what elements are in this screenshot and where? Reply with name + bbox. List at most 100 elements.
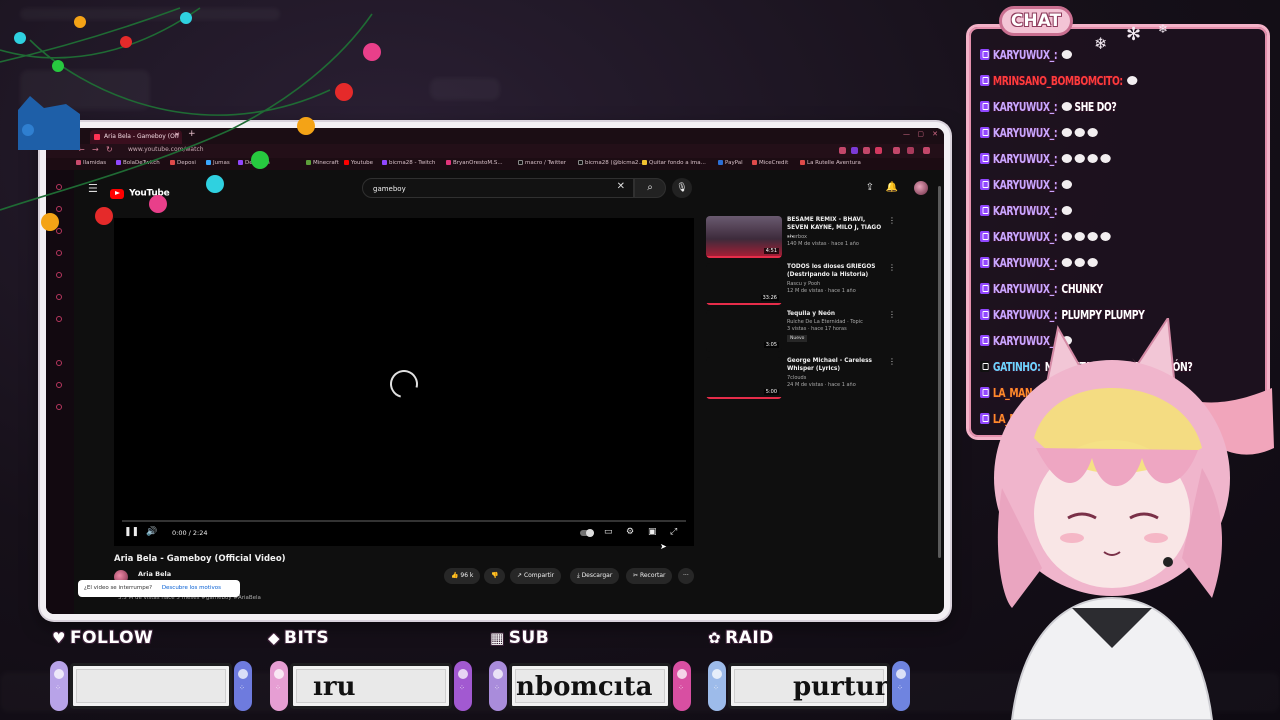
recommendation-thumbnail[interactable]: 3:05 — [706, 310, 782, 352]
sidebar-icon[interactable] — [56, 250, 62, 256]
bookmark[interactable]: Ilamidas — [76, 160, 106, 166]
sidebar-icon[interactable] — [56, 272, 62, 278]
browser-sidebar — [46, 170, 74, 614]
recommendation-thumbnail[interactable]: 33:26 — [706, 263, 782, 305]
menu-dots-icon[interactable] — [923, 147, 930, 154]
extension-icon[interactable] — [851, 147, 858, 154]
more-vert-icon[interactable]: ⋮ — [888, 310, 896, 319]
reload-icon[interactable]: ↻ — [106, 145, 113, 154]
bookmark[interactable]: DeTwitch — [238, 160, 270, 166]
more-vert-icon[interactable]: ⋮ — [888, 216, 896, 225]
bookmark[interactable]: MiceCredit — [752, 160, 788, 166]
fullscreen-icon[interactable]: ⤢ — [670, 527, 677, 537]
close-window-icon[interactable]: ✕ — [932, 130, 938, 138]
bookmark[interactable]: Youtube — [344, 160, 373, 166]
extension-icon[interactable] — [875, 147, 882, 154]
more-actions-button[interactable]: ··· — [678, 568, 694, 584]
minimize-icon[interactable]: — — [903, 130, 910, 138]
maximize-icon[interactable]: ▢ — [917, 130, 924, 138]
recommendation-channel[interactable]: Ruiche De La Eternidad · Topic — [787, 319, 885, 326]
channel-name[interactable]: Aria Bela — [138, 570, 171, 578]
tooltip-link[interactable]: Descubre los motivos — [162, 585, 221, 591]
bookmark[interactable]: BolaDeTwitch — [116, 160, 160, 166]
recommendation-thumbnail[interactable]: 4:51 — [706, 216, 782, 258]
pause-icon[interactable]: ❚❚ — [124, 527, 139, 537]
sidebar-icon[interactable] — [56, 206, 62, 212]
twitch-icon — [980, 153, 990, 164]
bookmark[interactable]: Jumas — [206, 160, 230, 166]
search-box: ✕ — [362, 178, 634, 198]
share-icon: ↗ — [517, 572, 524, 579]
sidebar-icon[interactable] — [56, 316, 62, 322]
sidebar-icon[interactable] — [56, 404, 62, 410]
bookmark[interactable]: bicma28 - Twitch — [382, 160, 435, 166]
left-joycon: ⁘ — [50, 661, 68, 711]
bookmark[interactable]: La Rutelle Aventura — [800, 160, 861, 166]
recommendation-item[interactable]: 4:51 BESAME REMIX - BHAVI, SEVEN KAYNE, … — [706, 216, 906, 260]
sidebar-icon[interactable] — [56, 294, 62, 300]
sidebar-icon[interactable] — [56, 360, 62, 366]
back-icon[interactable]: ← — [78, 145, 85, 154]
bookmark[interactable]: Minecraft — [306, 160, 339, 166]
voice-search-button[interactable]: 🎙 — [672, 178, 692, 198]
notifications-bell-icon[interactable]: 🔔 — [886, 182, 898, 193]
subtitles-icon[interactable]: ▭ — [604, 527, 613, 537]
more-vert-icon[interactable]: ⋮ — [888, 263, 896, 272]
latest-raid: purtury — [793, 672, 889, 702]
recommendation-channel[interactable]: sherbox — [787, 234, 885, 241]
extension-icon[interactable] — [839, 147, 846, 154]
emote-icon — [1061, 206, 1072, 215]
recommendation-item[interactable]: 33:26 TODOS los dioses GRIEGOS (Destripa… — [706, 263, 906, 307]
recommendation-title[interactable]: TODOS los dioses GRIEGOS (Destripando la… — [787, 263, 885, 279]
volume-icon[interactable]: 🔊 — [146, 527, 157, 537]
recommendation-channel[interactable]: 7clouds — [787, 375, 885, 382]
clip-button[interactable]: ✂ Recortar — [626, 568, 673, 584]
sidebar-icon[interactable] — [56, 382, 62, 388]
dislike-button[interactable]: 👎 — [484, 568, 506, 584]
bookmark[interactable]: PayPal — [718, 160, 743, 166]
recommendation-item[interactable]: 3:05 Tequila y Neón Ruiche De La Eternid… — [706, 310, 906, 354]
bookmark[interactable]: bicma28 (@bicma2... — [578, 160, 644, 166]
hamburger-menu-icon[interactable]: ☰ — [88, 182, 98, 195]
url-field[interactable]: www.youtube.com/watch — [128, 146, 204, 153]
recommendation-title[interactable]: George Michael - Careless Whisper (Lyric… — [787, 357, 885, 373]
more-vert-icon[interactable]: ⋮ — [888, 357, 896, 366]
clear-search-icon[interactable]: ✕ — [617, 181, 625, 192]
alert-label-text: BITS — [284, 628, 330, 648]
profile-icon[interactable] — [907, 147, 914, 154]
video-progress-bar[interactable] — [122, 520, 686, 522]
account-avatar[interactable] — [914, 181, 928, 195]
autoplay-toggle[interactable] — [580, 529, 594, 537]
sidebar-icon[interactable] — [56, 184, 62, 190]
download-button[interactable]: ⤓ Descargar — [570, 568, 620, 584]
recommendation-channel[interactable]: Rascu y Pooh — [787, 281, 885, 288]
search-button[interactable]: ⌕ — [634, 178, 666, 198]
bookmark[interactable]: macro / Twitter — [518, 160, 566, 166]
like-button[interactable]: 👍 96 k — [444, 568, 481, 584]
tab-close-icon[interactable]: ✕ — [174, 131, 180, 139]
bookmark[interactable]: Quitar fondo a ima... — [642, 160, 706, 166]
buttons-icon: ⁘ — [494, 684, 500, 692]
theater-mode-icon[interactable]: ▣ — [648, 527, 657, 537]
recommendation-thumbnail[interactable]: 5:00 — [706, 357, 782, 399]
extension-icon[interactable] — [863, 147, 870, 154]
recommendation-item[interactable]: 5:00 George Michael - Careless Whisper (… — [706, 357, 906, 401]
new-tab-icon[interactable]: + — [188, 129, 196, 139]
bookmark[interactable]: BryanOrestoM.S... — [446, 160, 503, 166]
buttons-icon: ⁘ — [897, 684, 903, 692]
video-player[interactable]: ❚❚ 🔊 0:00 / 2:24 ▭ ⚙ ▣ ⤢ — [114, 218, 694, 546]
extension-icon[interactable] — [893, 147, 900, 154]
snowflake-icon: ❄ — [1094, 34, 1108, 53]
forward-icon[interactable]: → — [92, 145, 99, 154]
browser-tab[interactable]: Aria Bela - Gameboy (Off — [90, 130, 182, 144]
bookmark[interactable]: Deposi — [170, 160, 196, 166]
sidebar-icon[interactable] — [56, 228, 62, 234]
search-input[interactable] — [373, 182, 573, 195]
settings-gear-icon[interactable]: ⚙ — [626, 527, 634, 537]
youtube-logo[interactable]: YouTube — [110, 183, 170, 199]
share-button[interactable]: ↗ Compartir — [510, 568, 562, 584]
upload-icon[interactable]: ⇪ — [866, 182, 874, 193]
page-scrollbar[interactable] — [938, 186, 941, 558]
recommendation-title[interactable]: Tequila y Neón — [787, 310, 885, 318]
left-joycon: ⁘ — [489, 661, 507, 711]
